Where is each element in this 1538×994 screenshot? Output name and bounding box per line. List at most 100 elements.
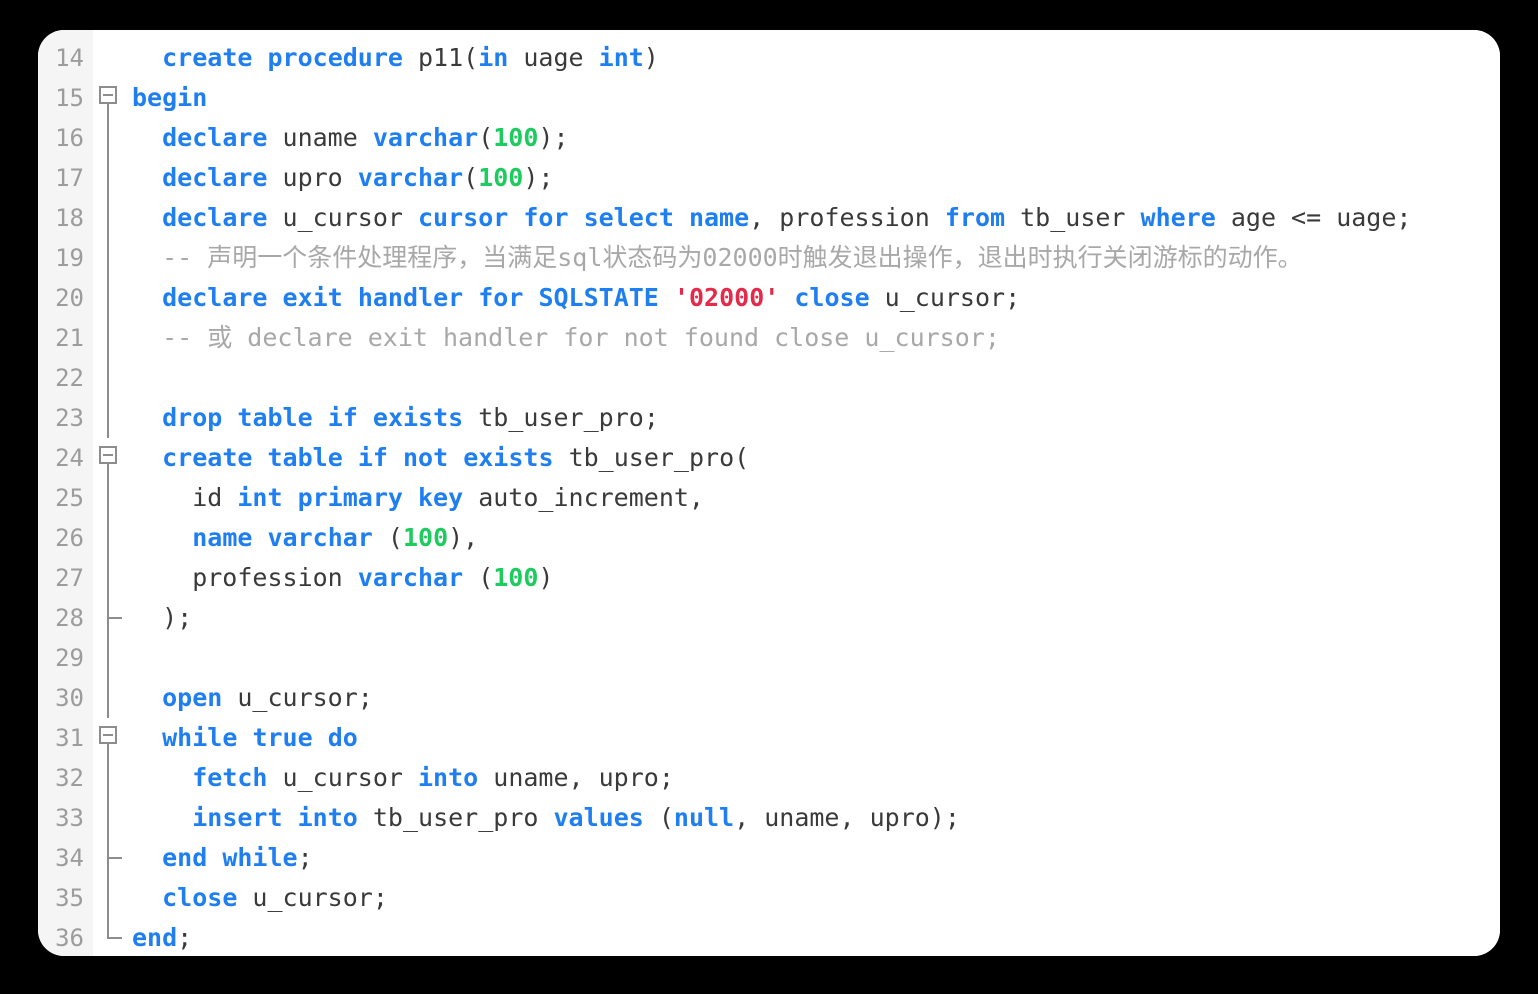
code-token-pln	[132, 843, 162, 872]
code-token-kw: null	[673, 803, 735, 832]
code-token-pln: upro	[267, 163, 358, 192]
code-token-pln	[132, 803, 192, 832]
line-number: 17	[55, 164, 84, 192]
code-token-kw: close	[794, 283, 870, 312]
fold-guide-line	[93, 798, 123, 838]
code-token-kw: exists	[372, 403, 464, 432]
code-line[interactable]: );	[123, 598, 1500, 638]
code-line[interactable]: open u_cursor;	[123, 678, 1500, 718]
code-token-pln	[132, 203, 162, 232]
code-token-pln: tb_user_pro	[357, 803, 554, 832]
code-token-pln	[388, 443, 403, 472]
line-number-gutter: 14 15 16 17 18 19 20 21 22 23 24 25 26 27 28 29 30 31 32 33…	[38, 30, 93, 956]
code-line[interactable]	[123, 358, 1500, 398]
code-token-pln: ),	[448, 523, 479, 552]
code-token-pln: u_cursor	[267, 203, 418, 232]
code-line[interactable]: -- 声明一个条件处理程序，当满足sql状态码为02000时触发退出操作，退出时…	[123, 238, 1500, 278]
code-token-kw: int	[237, 483, 283, 512]
code-token-pln: id	[132, 483, 238, 512]
fold-guide-line	[93, 358, 123, 398]
code-token-pln: );	[132, 603, 193, 632]
code-token-kw: varchar	[357, 163, 464, 192]
code-token-pln	[237, 723, 252, 752]
code-token-kw: in	[478, 43, 509, 72]
fold-toggle-collapse-icon[interactable]	[93, 438, 123, 478]
line-number: 36	[55, 924, 84, 952]
code-token-pln: (	[372, 523, 403, 552]
code-token-pln	[343, 443, 358, 472]
code-token-kw: procedure	[267, 43, 403, 72]
fold-section-end-tick	[93, 838, 123, 878]
code-token-pln: u_cursor;	[869, 283, 1021, 312]
code-line[interactable]: create table if not exists tb_user_pro(	[123, 438, 1500, 478]
code-line[interactable]: fetch u_cursor into uname, upro;	[123, 758, 1500, 798]
code-token-kw: where	[1140, 203, 1216, 232]
code-token-kw: name	[192, 523, 253, 552]
code-line[interactable]: declare uname varchar(100);	[123, 118, 1500, 158]
code-line[interactable]: -- 或 declare exit handler for not found …	[123, 318, 1500, 358]
code-token-pln	[132, 683, 162, 712]
code-line[interactable]: insert into tb_user_pro values (null, un…	[123, 798, 1500, 838]
code-line[interactable]: end while;	[123, 838, 1500, 878]
code-token-pln	[252, 523, 267, 552]
code-token-pln: auto_increment,	[463, 483, 704, 512]
fold-guide-line	[93, 318, 123, 358]
code-line[interactable]: while true do	[123, 718, 1500, 758]
code-token-kw: SQLSTATE	[538, 283, 659, 312]
code-token-pln	[283, 483, 298, 512]
code-token-kw: true	[252, 723, 313, 752]
code-token-pln	[779, 283, 794, 312]
code-token-kw: primary	[297, 483, 403, 512]
code-line[interactable]: declare exit handler for SQLSTATE '02000…	[123, 278, 1500, 318]
minus-icon	[103, 454, 113, 456]
code-token-pln: uage	[508, 43, 599, 72]
code-token-kw: if	[327, 403, 358, 432]
code-token-kw: declare	[162, 163, 268, 192]
code-line[interactable]: end;	[123, 918, 1500, 956]
code-line[interactable]: profession varchar (100)	[123, 558, 1500, 598]
line-number: 31	[55, 724, 84, 752]
code-token-kw: do	[327, 723, 358, 752]
code-token-kw: drop	[162, 403, 223, 432]
code-token-pln: profession	[132, 563, 358, 592]
code-token-pln: age <= uage;	[1215, 203, 1412, 232]
code-token-kw: create	[162, 43, 253, 72]
code-token-kw: open	[162, 683, 223, 712]
code-token-num: 100	[493, 563, 539, 592]
code-token-pln: p11(	[402, 43, 479, 72]
code-token-pln	[132, 443, 162, 472]
fold-guide-line	[93, 278, 123, 318]
code-line[interactable]	[123, 638, 1500, 678]
code-line[interactable]: id int primary key auto_increment,	[123, 478, 1500, 518]
code-line[interactable]: declare upro varchar(100);	[123, 158, 1500, 198]
code-token-pln	[343, 283, 358, 312]
code-line[interactable]: name varchar (100),	[123, 518, 1500, 558]
code-token-kw: table	[237, 403, 313, 432]
fold-guide-line	[93, 758, 123, 798]
code-line[interactable]: create procedure p11(in uage int)	[123, 38, 1500, 78]
code-token-kw: begin	[132, 83, 208, 112]
code-token-kw: end	[132, 923, 178, 952]
code-token-pln	[252, 443, 267, 472]
code-token-pln	[358, 403, 373, 432]
code-token-pln	[132, 163, 162, 192]
fold-tick-icon	[109, 617, 122, 619]
code-line[interactable]: begin	[123, 78, 1500, 118]
code-line[interactable]: declare u_cursor cursor for select name,…	[123, 198, 1500, 238]
code-token-pln	[283, 803, 298, 832]
code-token-kw: while	[222, 843, 298, 872]
code-token-kw: create	[162, 443, 253, 472]
code-token-kw: exists	[463, 443, 554, 472]
fold-guide-line	[93, 398, 123, 438]
code-line[interactable]: close u_cursor;	[123, 878, 1500, 918]
code-token-pln: (	[478, 123, 494, 152]
code-content-area[interactable]: create procedure p11(in uage int) begin d…	[123, 30, 1500, 956]
fold-toggle-collapse-icon[interactable]	[93, 718, 123, 758]
code-token-pln: )	[538, 563, 554, 592]
code-token-pln: u_cursor;	[237, 883, 388, 912]
code-line[interactable]: drop table if exists tb_user_pro;	[123, 398, 1500, 438]
fold-toggle-collapse-icon[interactable]	[93, 78, 123, 118]
code-token-num: 100	[493, 123, 539, 152]
code-folding-gutter[interactable]	[93, 30, 123, 956]
code-token-pln: tb_user	[1005, 203, 1141, 232]
